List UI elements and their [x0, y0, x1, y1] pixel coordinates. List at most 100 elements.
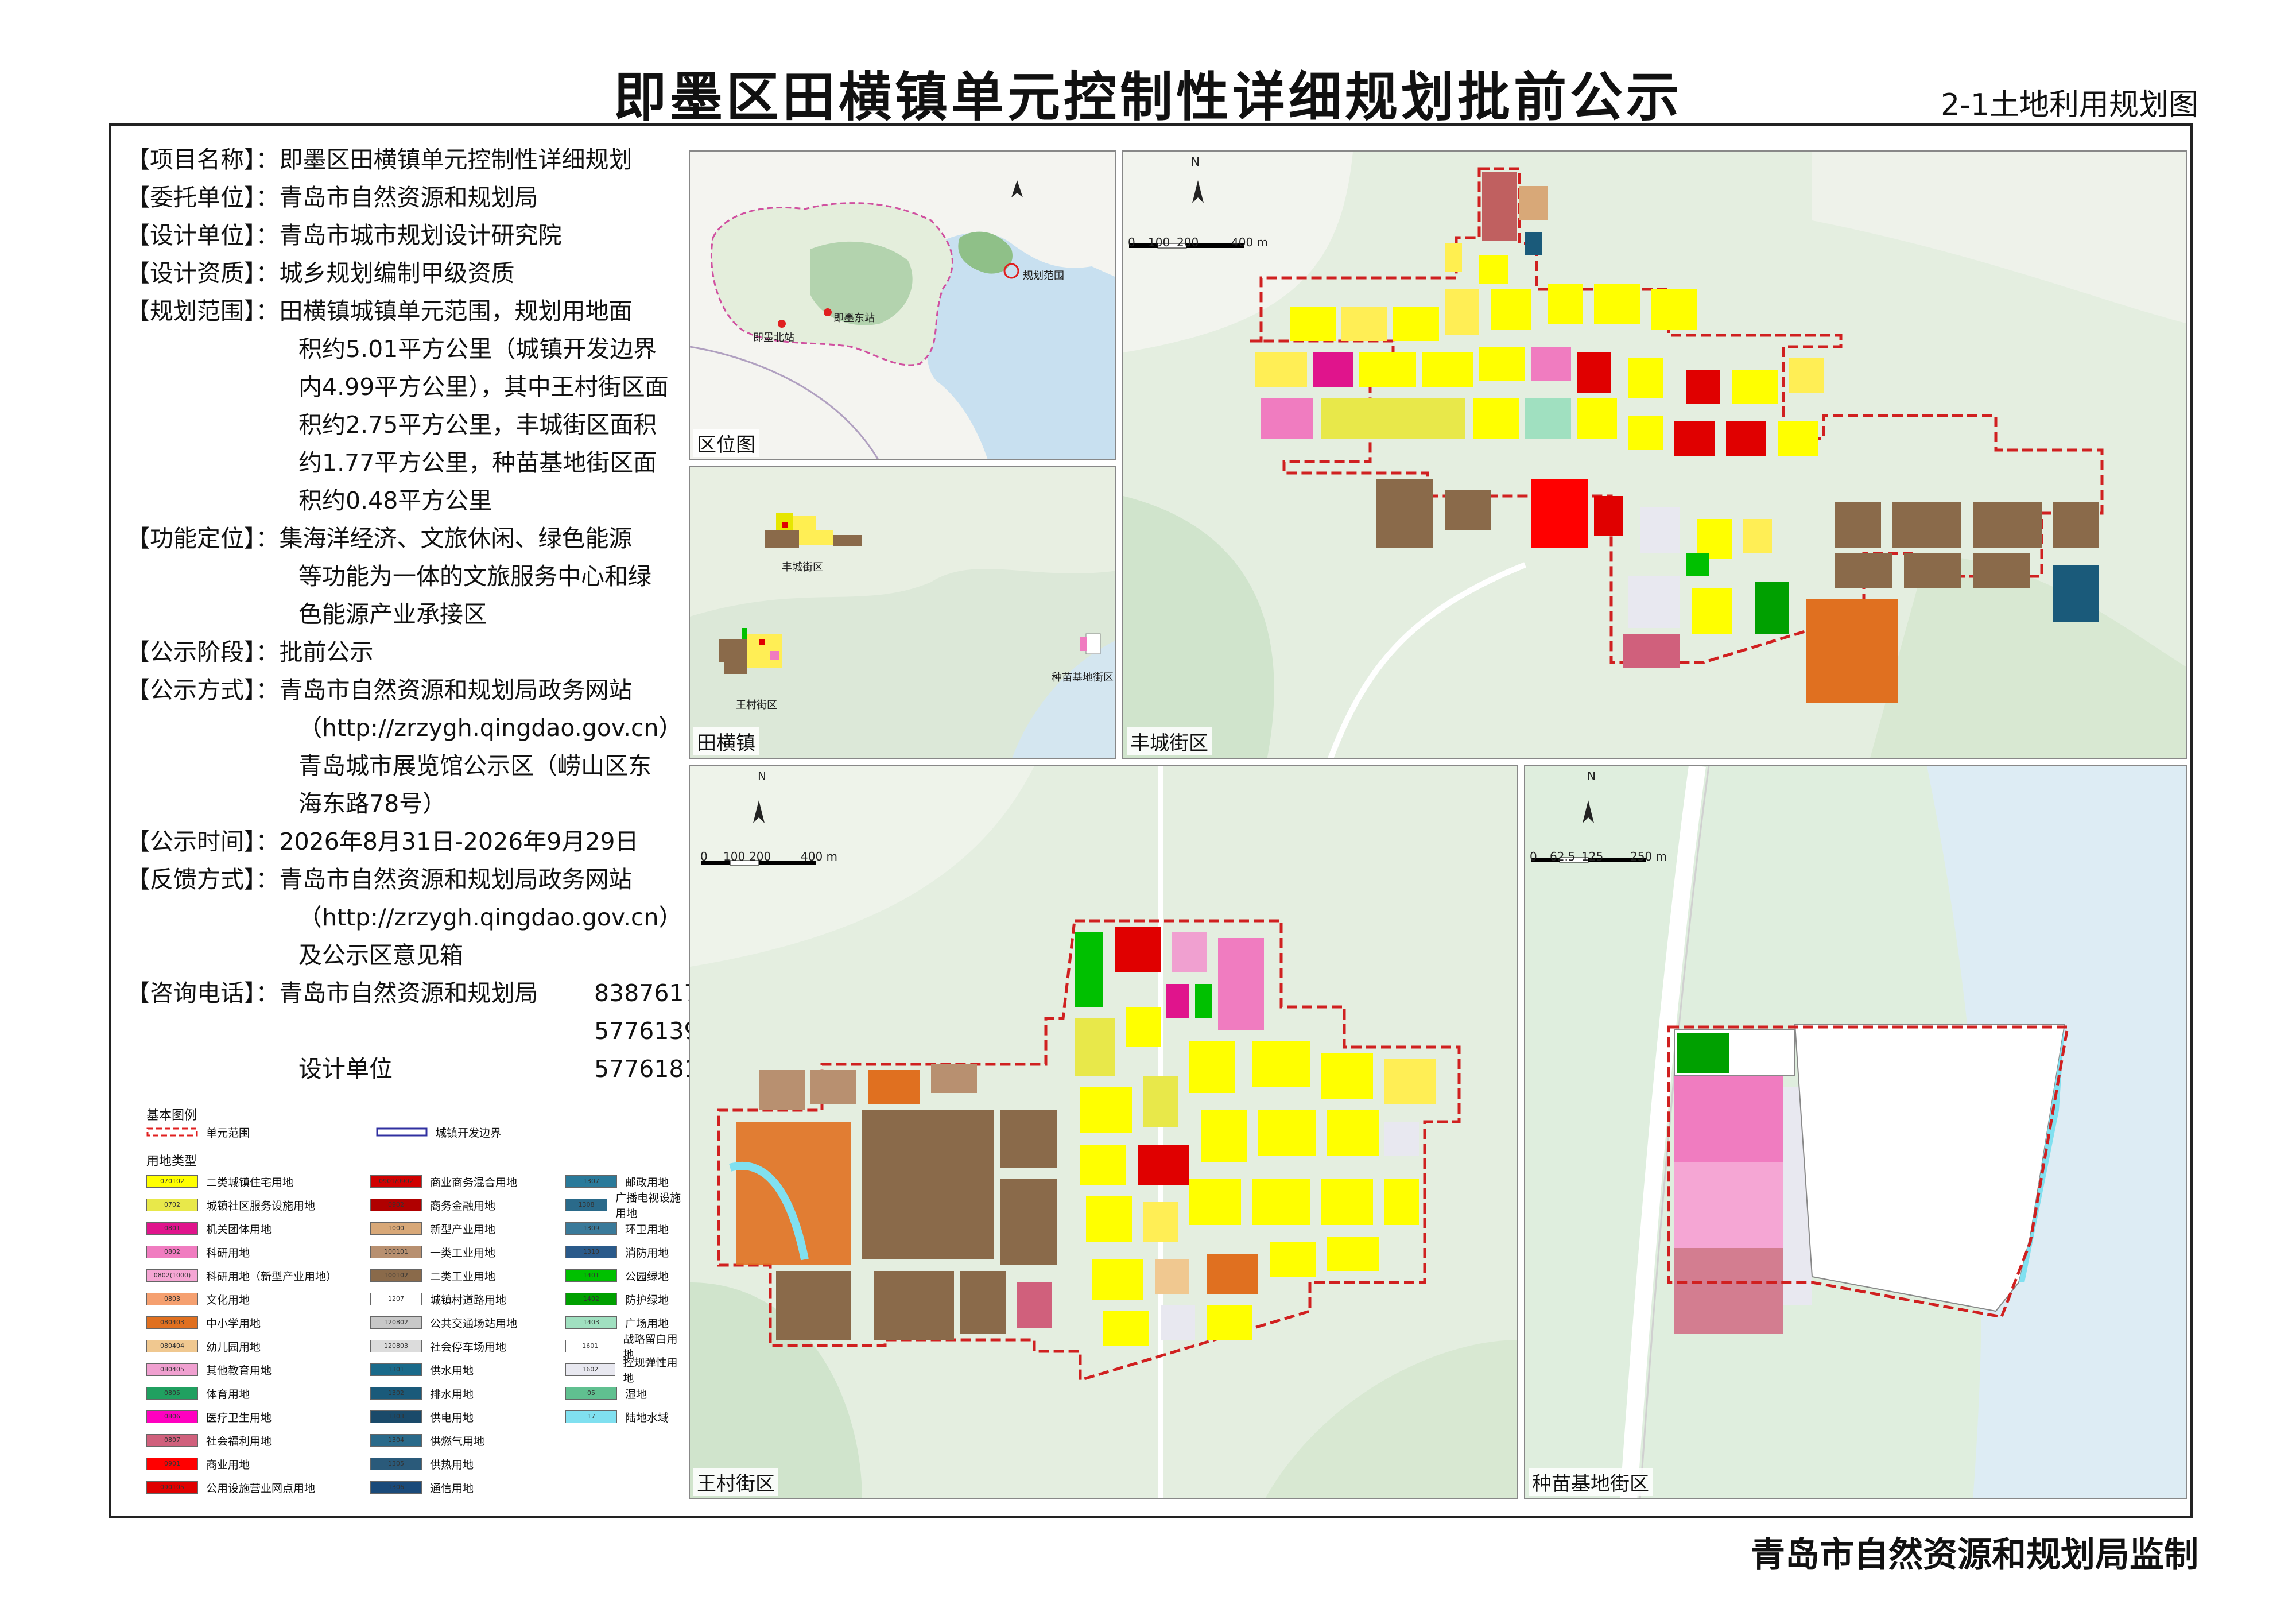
info-method: 【公示方式】： 青岛市自然资源和规划局政务网站: [126, 676, 633, 704]
zhongmiao-small-label: 种苗基地街区: [1052, 672, 1114, 684]
legend-item-name: 通信用地: [430, 1482, 474, 1495]
legend-item-name: 社会福利用地: [206, 1435, 272, 1448]
legend-item: 080405 其他教育用地: [146, 1362, 272, 1377]
legend-item: 1403 广场用地: [565, 1315, 669, 1330]
zhongmiao-scale-0: 0: [1530, 850, 1537, 863]
legend-item-name: 消防用地: [625, 1246, 669, 1259]
info-scope-line: 积约2.75平方公里，丰城街区面积: [298, 411, 657, 439]
info-time: 【公示时间】： 2026年8月31日-2026年9月29日: [126, 828, 639, 855]
info-feedback: 【反馈方式】： 青岛市自然资源和规划局政务网站: [126, 866, 633, 893]
legend-swatch: 0901: [146, 1458, 198, 1470]
legend-item: 1000 新型产业用地: [370, 1221, 495, 1236]
info-scope-line: 积约0.48平方公里: [298, 487, 492, 514]
jimo-north-label: 即墨北站: [753, 332, 794, 344]
legend-item: 080404 幼儿园用地: [146, 1339, 261, 1354]
legend-item-name: 幼儿园用地: [206, 1340, 261, 1354]
legend-item-name: 供水用地: [430, 1364, 474, 1377]
legend-swatch: 1308: [565, 1199, 608, 1211]
zhongmiao-panel-label: 种苗基地街区: [1529, 1468, 1653, 1496]
legend-item-name: 陆地水域: [625, 1411, 669, 1424]
wangcun-map: [690, 766, 1517, 1498]
legend-item: 1601 战略留白用地: [565, 1333, 686, 1361]
legend-item-name: 供电用地: [430, 1411, 474, 1424]
legend-item: 1305 供热用地: [370, 1456, 474, 1471]
jimo-east-station-dot: [824, 308, 832, 316]
dev-boundary-symbol: [376, 1127, 428, 1137]
legend-swatch: 080403: [146, 1316, 198, 1329]
legend-item-name: 中小学用地: [206, 1317, 261, 1330]
jimo-north-station-dot: [778, 320, 786, 328]
legend-item: 05 湿地: [565, 1386, 647, 1401]
info-phone-row: 设计单位 57761819: [298, 1055, 714, 1083]
legend-item: 120803 社会停车场用地: [370, 1339, 506, 1354]
legend-item: 0803 文化用地: [146, 1292, 250, 1307]
legend-item-name: 邮政用地: [625, 1176, 669, 1189]
legend-swatch: 0902: [370, 1199, 422, 1211]
legend-item-name: 二类城镇住宅用地: [206, 1176, 294, 1189]
legend-swatch: 17: [565, 1410, 617, 1423]
info-designer: 【设计单位】： 青岛市城市规划设计研究院: [126, 222, 562, 249]
legend-item-name: 供燃气用地: [430, 1435, 485, 1448]
unit-boundary-symbol: [146, 1127, 198, 1137]
legend-swatch: 080404: [146, 1340, 198, 1352]
legend-swatch: 1304: [370, 1434, 422, 1447]
wangcun-scale-400: 400 m: [801, 850, 838, 863]
legend-swatch: 0803: [146, 1293, 198, 1305]
tianheng-overview-panel: 丰城街区 王村街区 种苗基地街区 田横镇: [689, 466, 1116, 759]
legend-swatch: 1310: [565, 1246, 617, 1258]
info-phone-row: 57761399: [594, 1017, 714, 1045]
info-scope-line: 约1.77平方公里，种苗基地街区面: [298, 449, 657, 476]
legend-item-name: 科研用地（新型产业用地）: [206, 1270, 338, 1283]
legend-item: 0901/0902 商业商务混合用地: [370, 1174, 517, 1189]
legend-item: 17 陆地水域: [565, 1409, 669, 1424]
legend-swatch: 1601: [565, 1340, 615, 1352]
legend-item-name: 文化用地: [206, 1293, 250, 1307]
info-function-line: 等功能为一体的文旅服务中心和绿: [298, 563, 651, 590]
fengcheng-scale-100: 100: [1148, 235, 1170, 249]
fengcheng-scale-0: 0: [1128, 235, 1135, 249]
legend-item-name: 城镇社区服务设施用地: [206, 1199, 316, 1212]
legend-swatch: 1403: [565, 1316, 617, 1329]
location-map: 规划范围 即墨东站 即墨北站: [690, 152, 1115, 459]
legend-item-name: 控规弹性用地: [623, 1356, 678, 1385]
legend-swatch: 0901/0902: [370, 1175, 422, 1188]
legend-swatch: 0805: [146, 1387, 198, 1400]
legend-item-name: 公共交通场站用地: [430, 1317, 518, 1330]
footer-supervisor: 青岛市自然资源和规划局监制: [1751, 1535, 2198, 1575]
legend-item-name: 防护绿地: [625, 1293, 669, 1307]
legend-swatch: 080405: [146, 1363, 198, 1376]
legend-swatch: 1306: [370, 1481, 422, 1494]
legend-item-name: 社会停车场用地: [430, 1340, 507, 1354]
legend-item: 1301 供水用地: [370, 1362, 474, 1377]
legend-swatch: 1301: [370, 1363, 422, 1376]
legend-swatch: 1401: [565, 1269, 617, 1282]
legend-swatch: 1000: [370, 1222, 422, 1235]
info-client: 【委托单位】： 青岛市自然资源和规划局: [126, 184, 538, 211]
legend-item-name: 科研用地: [206, 1246, 250, 1259]
info-scope-line: 积约5.01平方公里（城镇开发边界: [298, 335, 657, 363]
legend-swatch: 0807: [146, 1434, 198, 1447]
legend-item-name: 其他教育用地: [206, 1364, 272, 1377]
legend-item: 100102 二类工业用地: [370, 1268, 495, 1283]
legend-item: 0702 城镇社区服务设施用地: [146, 1197, 315, 1212]
info-project: 【项目名称】： 即墨区田横镇单元控制性详细规划: [126, 146, 633, 173]
legend-swatch: 1302: [370, 1387, 422, 1400]
info-scope-line: 内4.99平方公里），其中王村街区面: [298, 373, 669, 401]
legend-swatch: 1303: [370, 1410, 422, 1423]
legend-item: 1309 环卫用地: [565, 1221, 669, 1236]
legend-swatch: 100102: [370, 1269, 422, 1282]
legend-item: 1602 控规弹性用地: [565, 1356, 686, 1385]
wangcun-scale-100: 100: [723, 850, 746, 863]
legend-item-name: 商业商务混合用地: [430, 1176, 518, 1189]
legend-item: 0806 医疗卫生用地: [146, 1409, 272, 1424]
tianheng-panel-label: 田横镇: [693, 727, 759, 755]
legend-swatch: 100101: [370, 1246, 422, 1258]
legend-swatch: 120803: [370, 1340, 422, 1352]
legend-item: 0805 体育用地: [146, 1386, 250, 1401]
legend-item: 1308 广播电视设施用地: [565, 1192, 686, 1220]
fengcheng-small-label: 丰城街区: [782, 561, 823, 573]
legend-item-name: 排水用地: [430, 1387, 474, 1401]
legend-item-name: 广场用地: [625, 1317, 669, 1330]
legend-item-name: 医疗卫生用地: [206, 1411, 272, 1424]
fengcheng-scale-400: 400 m: [1231, 235, 1269, 249]
